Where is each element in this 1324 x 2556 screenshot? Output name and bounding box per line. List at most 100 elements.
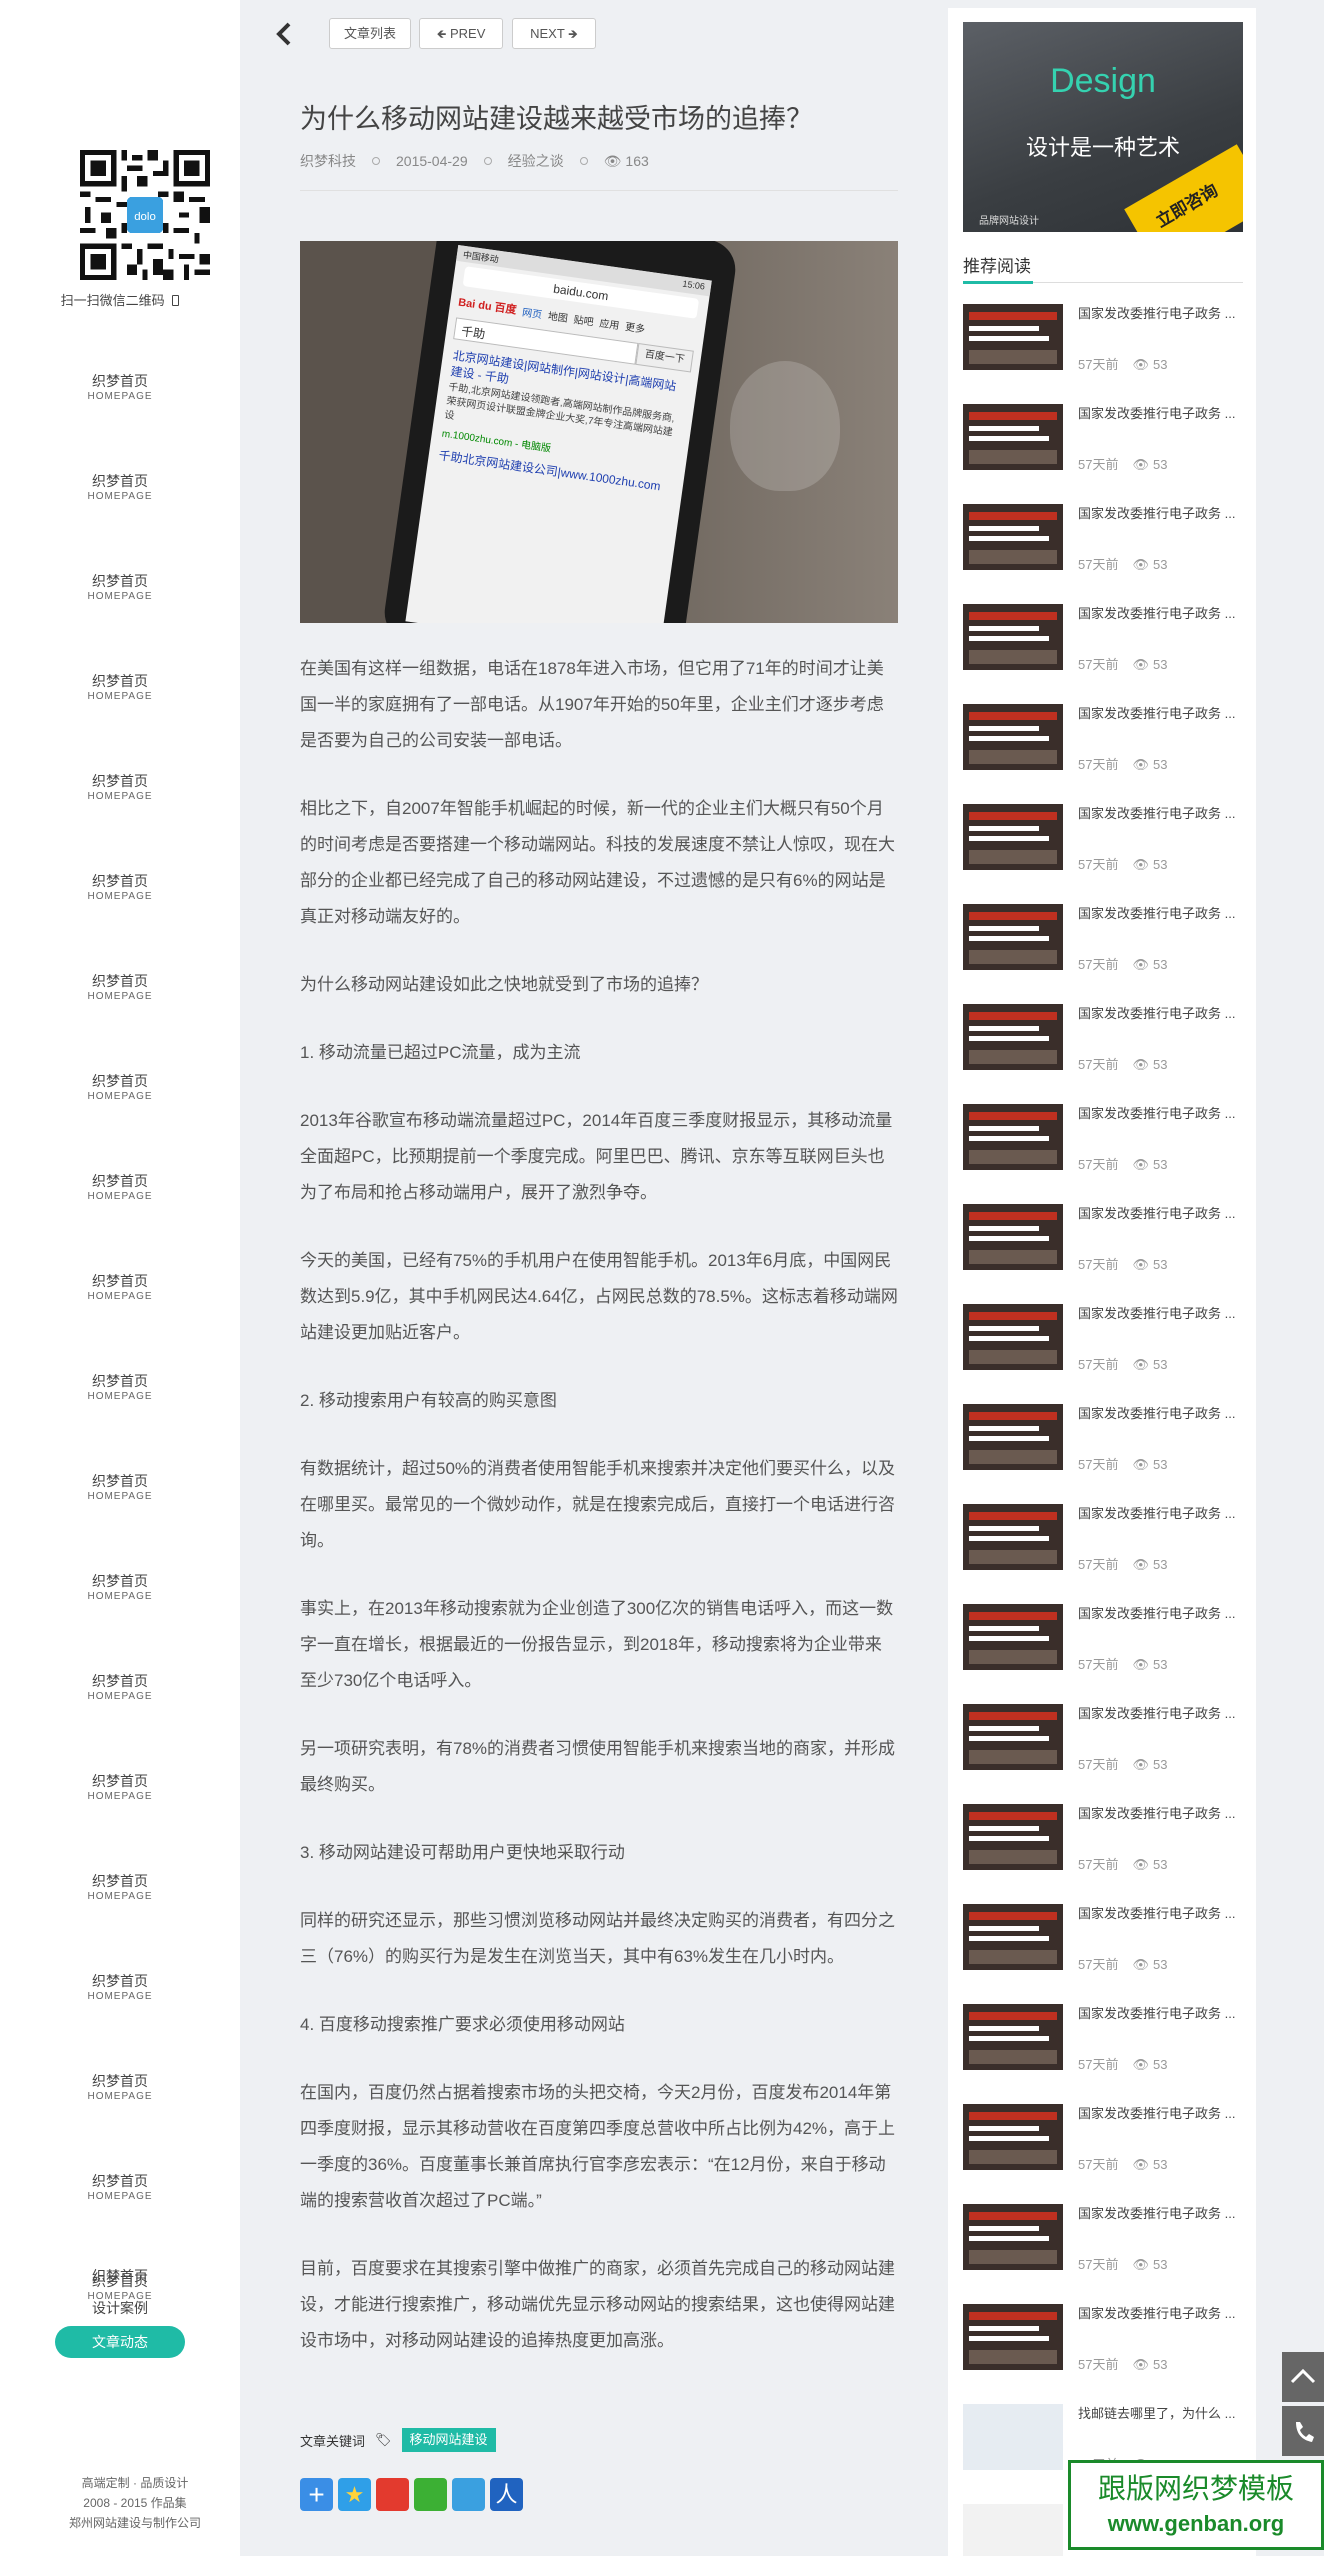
recommend-title[interactable]: 国家发改委推行电子政务 ... xyxy=(1078,1104,1243,1124)
recommend-thumbnail[interactable] xyxy=(963,504,1063,570)
sidebar-nav-item[interactable]: 织梦首页 HOMEPAGE xyxy=(0,372,240,404)
scroll-top-button[interactable] xyxy=(1282,2352,1324,2402)
recommend-thumbnail[interactable] xyxy=(963,2204,1063,2270)
sidebar-nav-item[interactable]: 织梦首页 HOMEPAGE xyxy=(0,1672,240,1704)
sidebar-nav-item[interactable]: 织梦首页 HOMEPAGE xyxy=(0,1272,240,1304)
recommend-title[interactable]: 国家发改委推行电子政务 ... xyxy=(1078,2304,1243,2324)
recommend-item[interactable]: 国家发改委推行电子政务 ... 57天前 👁 53 xyxy=(963,1604,1243,1684)
share-wechat-icon[interactable] xyxy=(414,2478,447,2511)
recommend-item[interactable]: 国家发改委推行电子政务 ... 57天前 👁 53 xyxy=(963,1204,1243,1284)
recommend-item[interactable]: 国家发改委推行电子政务 ... 57天前 👁 53 xyxy=(963,1804,1243,1884)
recommend-item[interactable]: 国家发改委推行电子政务 ... 57天前 👁 53 xyxy=(963,2004,1243,2084)
sidebar-nav-item[interactable]: 织梦首页 HOMEPAGE xyxy=(0,2072,240,2104)
nav-cases[interactable]: 设计案例 xyxy=(0,2292,240,2324)
recommend-thumbnail[interactable] xyxy=(963,1304,1063,1370)
recommend-item[interactable]: 国家发改委推行电子政务 ... 57天前 👁 53 xyxy=(963,404,1243,484)
recommend-thumbnail[interactable] xyxy=(963,404,1063,470)
share-tencent-icon[interactable] xyxy=(452,2478,485,2511)
recommend-title[interactable]: 国家发改委推行电子政务 ... xyxy=(1078,2204,1243,2224)
recommend-title[interactable]: 找邮链去哪里了，为什么 ... xyxy=(1078,2404,1243,2424)
prev-button[interactable]: 🡸 PREV xyxy=(419,18,503,49)
recommend-item[interactable]: 国家发改委推行电子政务 ... 57天前 👁 53 xyxy=(963,1304,1243,1384)
recommend-title[interactable]: 国家发改委推行电子政务 ... xyxy=(1078,804,1243,824)
phone-contact-button[interactable] xyxy=(1282,2406,1324,2456)
sidebar-nav-item[interactable]: 织梦首页 HOMEPAGE xyxy=(0,2172,240,2204)
recommend-title[interactable]: 国家发改委推行电子政务 ... xyxy=(1078,2004,1243,2024)
sidebar-nav-item[interactable]: 织梦首页 HOMEPAGE xyxy=(0,972,240,1004)
recommend-item[interactable]: 国家发改委推行电子政务 ... 57天前 👁 53 xyxy=(963,1004,1243,1084)
recommend-thumbnail[interactable] xyxy=(963,2404,1063,2470)
recommend-item[interactable]: 国家发改委推行电子政务 ... 57天前 👁 53 xyxy=(963,704,1243,784)
recommend-thumbnail[interactable] xyxy=(963,604,1063,670)
back-arrow-icon[interactable] xyxy=(270,20,298,48)
recommend-thumbnail[interactable] xyxy=(963,1704,1063,1770)
sidebar-nav-item[interactable]: 织梦首页 HOMEPAGE xyxy=(0,672,240,704)
recommend-title[interactable]: 国家发改委推行电子政务 ... xyxy=(1078,304,1243,324)
recommend-thumbnail[interactable] xyxy=(963,1204,1063,1270)
recommend-item[interactable]: 国家发改委推行电子政务 ... 57天前 👁 53 xyxy=(963,904,1243,984)
sidebar-nav-item[interactable]: 织梦首页 HOMEPAGE xyxy=(0,872,240,904)
recommend-item[interactable]: 国家发改委推行电子政务 ... 57天前 👁 53 xyxy=(963,2304,1243,2384)
recommend-thumbnail[interactable] xyxy=(963,1404,1063,1470)
recommend-item[interactable]: 国家发改委推行电子政务 ... 57天前 👁 53 xyxy=(963,2104,1243,2184)
sidebar-nav-item[interactable]: 织梦首页 HOMEPAGE xyxy=(0,1772,240,1804)
recommend-title[interactable]: 国家发改委推行电子政务 ... xyxy=(1078,1204,1243,1224)
sidebar-nav-item[interactable]: 织梦首页 HOMEPAGE xyxy=(0,472,240,504)
recommend-title[interactable]: 国家发改委推行电子政务 ... xyxy=(1078,504,1243,524)
recommend-title[interactable]: 国家发改委推行电子政务 ... xyxy=(1078,2104,1243,2124)
recommend-thumbnail[interactable] xyxy=(963,704,1063,770)
recommend-title[interactable]: 国家发改委推行电子政务 ... xyxy=(1078,704,1243,724)
recommend-title[interactable]: 国家发改委推行电子政务 ... xyxy=(1078,1004,1243,1024)
recommend-item[interactable]: 国家发改委推行电子政务 ... 57天前 👁 53 xyxy=(963,1504,1243,1584)
sidebar-nav-item[interactable]: 织梦首页 HOMEPAGE xyxy=(0,1172,240,1204)
nav-articles-active[interactable]: 文章动态 xyxy=(55,2326,185,2358)
recommend-thumbnail[interactable] xyxy=(963,1904,1063,1970)
recommend-title[interactable]: 国家发改委推行电子政务 ... xyxy=(1078,1404,1243,1424)
recommend-item[interactable]: 国家发改委推行电子政务 ... 57天前 👁 53 xyxy=(963,504,1243,584)
recommend-item[interactable]: 国家发改委推行电子政务 ... 57天前 👁 53 xyxy=(963,304,1243,384)
recommend-title[interactable]: 国家发改委推行电子政务 ... xyxy=(1078,604,1243,624)
share-renren-icon[interactable]: 人 xyxy=(490,2478,523,2511)
share-qzone-icon[interactable]: ★ xyxy=(338,2478,371,2511)
recommend-title[interactable]: 国家发改委推行电子政务 ... xyxy=(1078,1304,1243,1324)
recommend-item[interactable]: 国家发改委推行电子政务 ... 57天前 👁 53 xyxy=(963,1104,1243,1184)
recommend-thumbnail[interactable] xyxy=(963,1804,1063,1870)
sidebar-nav-item[interactable]: 织梦首页 HOMEPAGE xyxy=(0,1872,240,1904)
article-category[interactable]: 经验之谈 xyxy=(508,151,564,171)
recommend-thumbnail[interactable] xyxy=(963,804,1063,870)
article-list-button[interactable]: 文章列表 xyxy=(329,18,411,49)
sidebar-nav-item[interactable]: 织梦首页 HOMEPAGE xyxy=(0,772,240,804)
recommend-thumbnail[interactable] xyxy=(963,2304,1063,2370)
next-button[interactable]: NEXT 🡺 xyxy=(512,18,596,49)
recommend-thumbnail[interactable] xyxy=(963,2004,1063,2070)
recommend-item[interactable]: 国家发改委推行电子政务 ... 57天前 👁 53 xyxy=(963,2204,1243,2284)
sidebar-nav-item[interactable]: 织梦首页 HOMEPAGE xyxy=(0,1472,240,1504)
recommend-thumbnail[interactable] xyxy=(963,2104,1063,2170)
recommend-item[interactable]: 国家发改委推行电子政务 ... 57天前 👁 53 xyxy=(963,1904,1243,1984)
recommend-title[interactable]: 国家发改委推行电子政务 ... xyxy=(1078,1904,1243,1924)
recommend-title[interactable]: 国家发改委推行电子政务 ... xyxy=(1078,1804,1243,1824)
nav-home[interactable]: 织梦首页 xyxy=(0,2260,240,2292)
recommend-item[interactable]: 国家发改委推行电子政务 ... 57天前 👁 53 xyxy=(963,804,1243,884)
recommend-title[interactable]: 国家发改委推行电子政务 ... xyxy=(1078,1504,1243,1524)
recommend-title[interactable]: 国家发改委推行电子政务 ... xyxy=(1078,1604,1243,1624)
keyword-tag[interactable]: 移动网站建设 xyxy=(401,2428,496,2452)
recommend-thumbnail[interactable] xyxy=(963,1004,1063,1070)
recommend-thumbnail[interactable] xyxy=(963,1604,1063,1670)
share-weibo-icon[interactable] xyxy=(376,2478,409,2511)
sidebar-nav-item[interactable]: 织梦首页 HOMEPAGE xyxy=(0,572,240,604)
recommend-title[interactable]: 国家发改委推行电子政务 ... xyxy=(1078,404,1243,424)
design-ad-banner[interactable]: Design 设计是一种艺术 品牌网站设计 立即咨询 xyxy=(963,22,1243,232)
recommend-item[interactable]: 国家发改委推行电子政务 ... 57天前 👁 53 xyxy=(963,1704,1243,1784)
sidebar-nav-item[interactable]: 织梦首页 HOMEPAGE xyxy=(0,1372,240,1404)
share-more-icon[interactable]: + xyxy=(300,2478,333,2511)
recommend-thumbnail[interactable] xyxy=(963,2504,1063,2556)
recommend-thumbnail[interactable] xyxy=(963,1104,1063,1170)
article-author[interactable]: 织梦科技 xyxy=(300,151,356,171)
sidebar-nav-item[interactable]: 织梦首页 HOMEPAGE xyxy=(0,1572,240,1604)
recommend-title[interactable]: 国家发改委推行电子政务 ... xyxy=(1078,1704,1243,1724)
recommend-thumbnail[interactable] xyxy=(963,304,1063,370)
recommend-item[interactable]: 国家发改委推行电子政务 ... 57天前 👁 53 xyxy=(963,604,1243,684)
recommend-title[interactable]: 国家发改委推行电子政务 ... xyxy=(1078,904,1243,924)
recommend-thumbnail[interactable] xyxy=(963,904,1063,970)
